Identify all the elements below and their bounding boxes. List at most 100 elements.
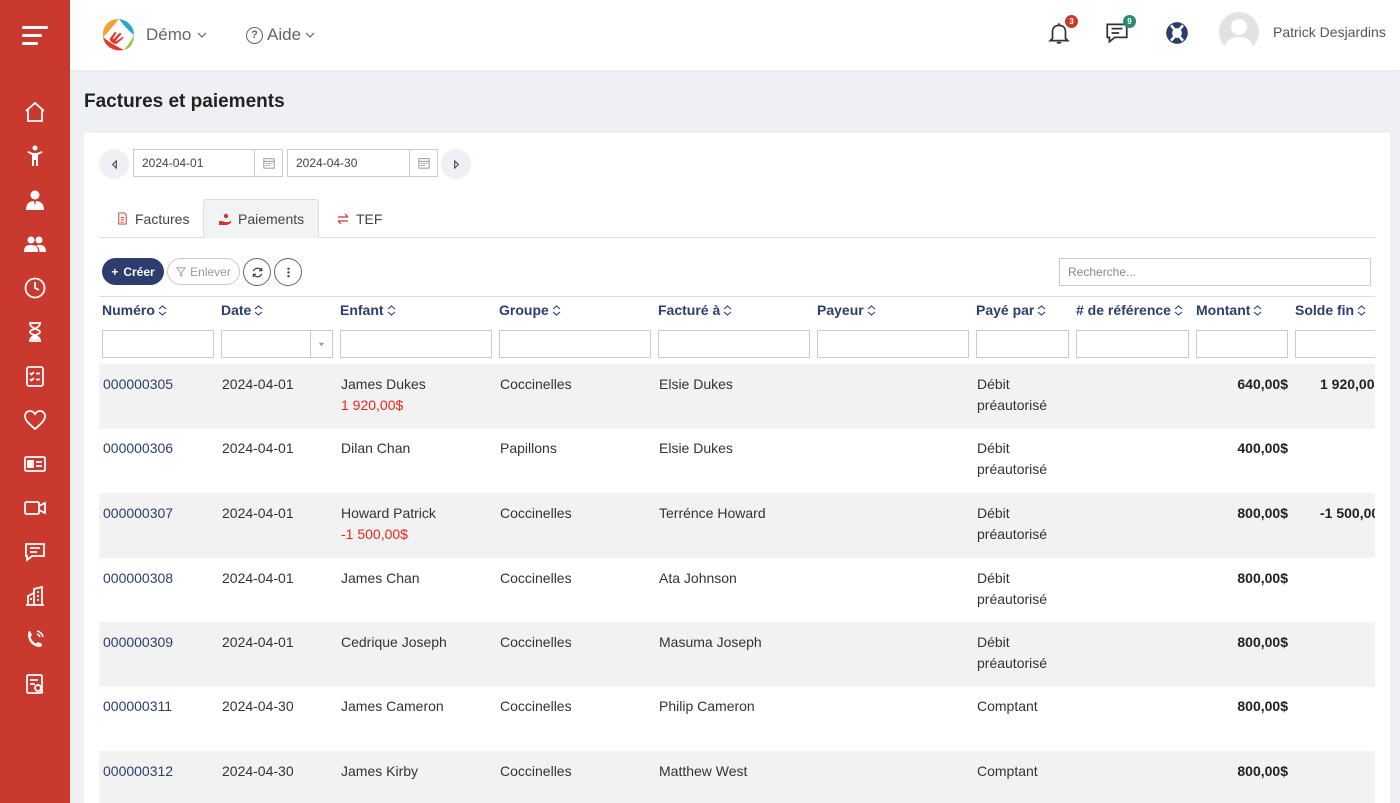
- montant-cell: 800,00$: [1237, 634, 1288, 650]
- home-icon[interactable]: [20, 97, 50, 127]
- caret-down-icon[interactable]: [310, 331, 332, 357]
- date-cell: 2024-04-01: [222, 505, 294, 521]
- facture-a-cell: Matthew West: [659, 763, 748, 779]
- notifications-badge: 3: [1065, 15, 1078, 28]
- tab-factures[interactable]: Factures: [102, 199, 203, 238]
- id-card-icon[interactable]: [20, 449, 50, 479]
- user-name[interactable]: Patrick Desjardins: [1273, 24, 1386, 40]
- menu-toggle-icon[interactable]: [22, 26, 48, 46]
- solde-fin-cell: -1 500,00$: [1320, 505, 1375, 521]
- column-header-label: # de référence: [1076, 302, 1171, 318]
- enfant-cell: Cedrique Joseph: [341, 632, 447, 653]
- montant-cell: 800,00$: [1237, 698, 1288, 714]
- filter-date[interactable]: [221, 330, 333, 358]
- column-header-payeur[interactable]: Payeur: [817, 302, 876, 318]
- end-date-value: 2024-04-30: [296, 156, 358, 170]
- staff-icon[interactable]: [20, 185, 50, 215]
- table-row[interactable]: 000000306 2024-04-01 Dilan Chan Papillons El…: [99, 428, 1375, 493]
- groupe-cell: Coccinelles: [500, 376, 572, 392]
- paye-par-cell: Débit préautorisé: [977, 503, 1047, 545]
- messages-button[interactable]: 9: [1104, 15, 1136, 48]
- next-period-button[interactable]: [441, 149, 471, 179]
- facture-a-cell: Masuma Joseph: [659, 634, 762, 650]
- table-row[interactable]: 000000312 2024-04-30 James Kirby Coccinelle…: [99, 751, 1375, 803]
- filter-facture-a[interactable]: [658, 330, 810, 358]
- previous-period-button[interactable]: [99, 149, 129, 179]
- support-button[interactable]: [1164, 20, 1192, 48]
- filter-numero[interactable]: [102, 330, 214, 358]
- refresh-icon: [252, 267, 262, 277]
- building-icon[interactable]: [20, 581, 50, 611]
- checklist-icon[interactable]: [20, 361, 50, 391]
- app-logo[interactable]: [98, 15, 140, 55]
- table-row[interactable]: 000000309 2024-04-01 Cedrique Joseph Coccin…: [99, 622, 1375, 687]
- video-icon[interactable]: [20, 493, 50, 523]
- numero-link[interactable]: 000000312: [103, 761, 173, 782]
- column-header-label: Solde fin: [1295, 302, 1355, 318]
- numero-link[interactable]: 000000307: [103, 503, 173, 524]
- paye-par-line-1: Débit: [977, 570, 1010, 586]
- start-date-field[interactable]: 2024-04-01: [133, 149, 283, 177]
- filter-montant[interactable]: [1196, 330, 1288, 358]
- group-icon[interactable]: [20, 229, 50, 259]
- remove-filters-button[interactable]: Enlever: [167, 258, 240, 285]
- sidebar: [0, 0, 70, 803]
- heart-icon[interactable]: [20, 405, 50, 435]
- chat-icon[interactable]: [20, 537, 50, 567]
- date-cell: 2024-04-30: [222, 698, 294, 714]
- table-row[interactable]: 000000305 2024-04-01 James Dukes 1 920,00$ C…: [99, 364, 1375, 429]
- filter-solde-fin[interactable]: [1295, 330, 1375, 358]
- filter-groupe[interactable]: [499, 330, 651, 358]
- table-row[interactable]: 000000308 2024-04-01 James Chan Coccinelles…: [99, 558, 1375, 623]
- filter-payeur[interactable]: [817, 330, 969, 358]
- hourglass-icon[interactable]: [20, 317, 50, 347]
- enfant-name: Dilan Chan: [341, 440, 411, 456]
- column-header-label: Numéro: [102, 302, 155, 318]
- numero-link[interactable]: 000000305: [103, 374, 173, 395]
- paye-par-cell: Comptant: [977, 696, 1038, 717]
- plus-icon: +: [111, 264, 119, 279]
- column-header-reference[interactable]: # de référence: [1076, 302, 1183, 318]
- org-selector[interactable]: Démo: [146, 25, 207, 45]
- refresh-button[interactable]: [243, 258, 271, 286]
- calendar-icon[interactable]: [254, 150, 282, 176]
- enfant-name: James Cameron: [341, 698, 444, 714]
- column-header-paye-par[interactable]: Payé par: [976, 302, 1046, 318]
- facture-a-cell: Elsie Dukes: [659, 440, 733, 456]
- end-date-field[interactable]: 2024-04-30: [287, 149, 438, 177]
- filter-icon: [176, 266, 187, 277]
- numero-link[interactable]: 000000309: [103, 632, 173, 653]
- search-input[interactable]: [1059, 258, 1371, 286]
- column-header-solde-fin[interactable]: Solde fin: [1295, 302, 1366, 318]
- column-header-enfant[interactable]: Enfant: [340, 302, 396, 318]
- calendar-icon[interactable]: [409, 150, 437, 176]
- column-header-facture-a[interactable]: Facturé à: [658, 302, 732, 318]
- avatar[interactable]: [1219, 12, 1259, 52]
- sort-icon: [867, 304, 876, 316]
- more-options-button[interactable]: [274, 258, 302, 286]
- filter-enfant[interactable]: [340, 330, 492, 358]
- phone-call-icon[interactable]: [20, 625, 50, 655]
- help-menu[interactable]: ? Aide: [246, 25, 315, 45]
- clock-icon[interactable]: [20, 273, 50, 303]
- tab-tef[interactable]: TEF: [322, 199, 396, 238]
- column-header-label: Payeur: [817, 302, 864, 318]
- tab-label: TEF: [356, 210, 383, 227]
- column-header-numero[interactable]: Numéro: [102, 302, 167, 318]
- notifications-button[interactable]: 3: [1046, 15, 1078, 48]
- table-row[interactable]: 000000307 2024-04-01 Howard Patrick -1 500,…: [99, 493, 1375, 558]
- report-icon[interactable]: [20, 669, 50, 699]
- column-header-montant[interactable]: Montant: [1196, 302, 1262, 318]
- column-header-date[interactable]: Date: [221, 302, 263, 318]
- create-button[interactable]: + Créer: [102, 258, 164, 285]
- numero-link[interactable]: 000000311: [103, 696, 172, 717]
- filter-reference[interactable]: [1076, 330, 1189, 358]
- tab-paiements[interactable]: Paiements: [203, 199, 320, 238]
- numero-link[interactable]: 000000306: [103, 438, 173, 459]
- filter-paye-par[interactable]: [976, 330, 1069, 358]
- table-row[interactable]: 000000311 2024-04-30 James Cameron Coccinel…: [99, 686, 1375, 751]
- more-vertical-icon: [286, 267, 290, 277]
- column-header-groupe[interactable]: Groupe: [499, 302, 561, 318]
- numero-link[interactable]: 000000308: [103, 568, 173, 589]
- child-icon[interactable]: [20, 141, 50, 171]
